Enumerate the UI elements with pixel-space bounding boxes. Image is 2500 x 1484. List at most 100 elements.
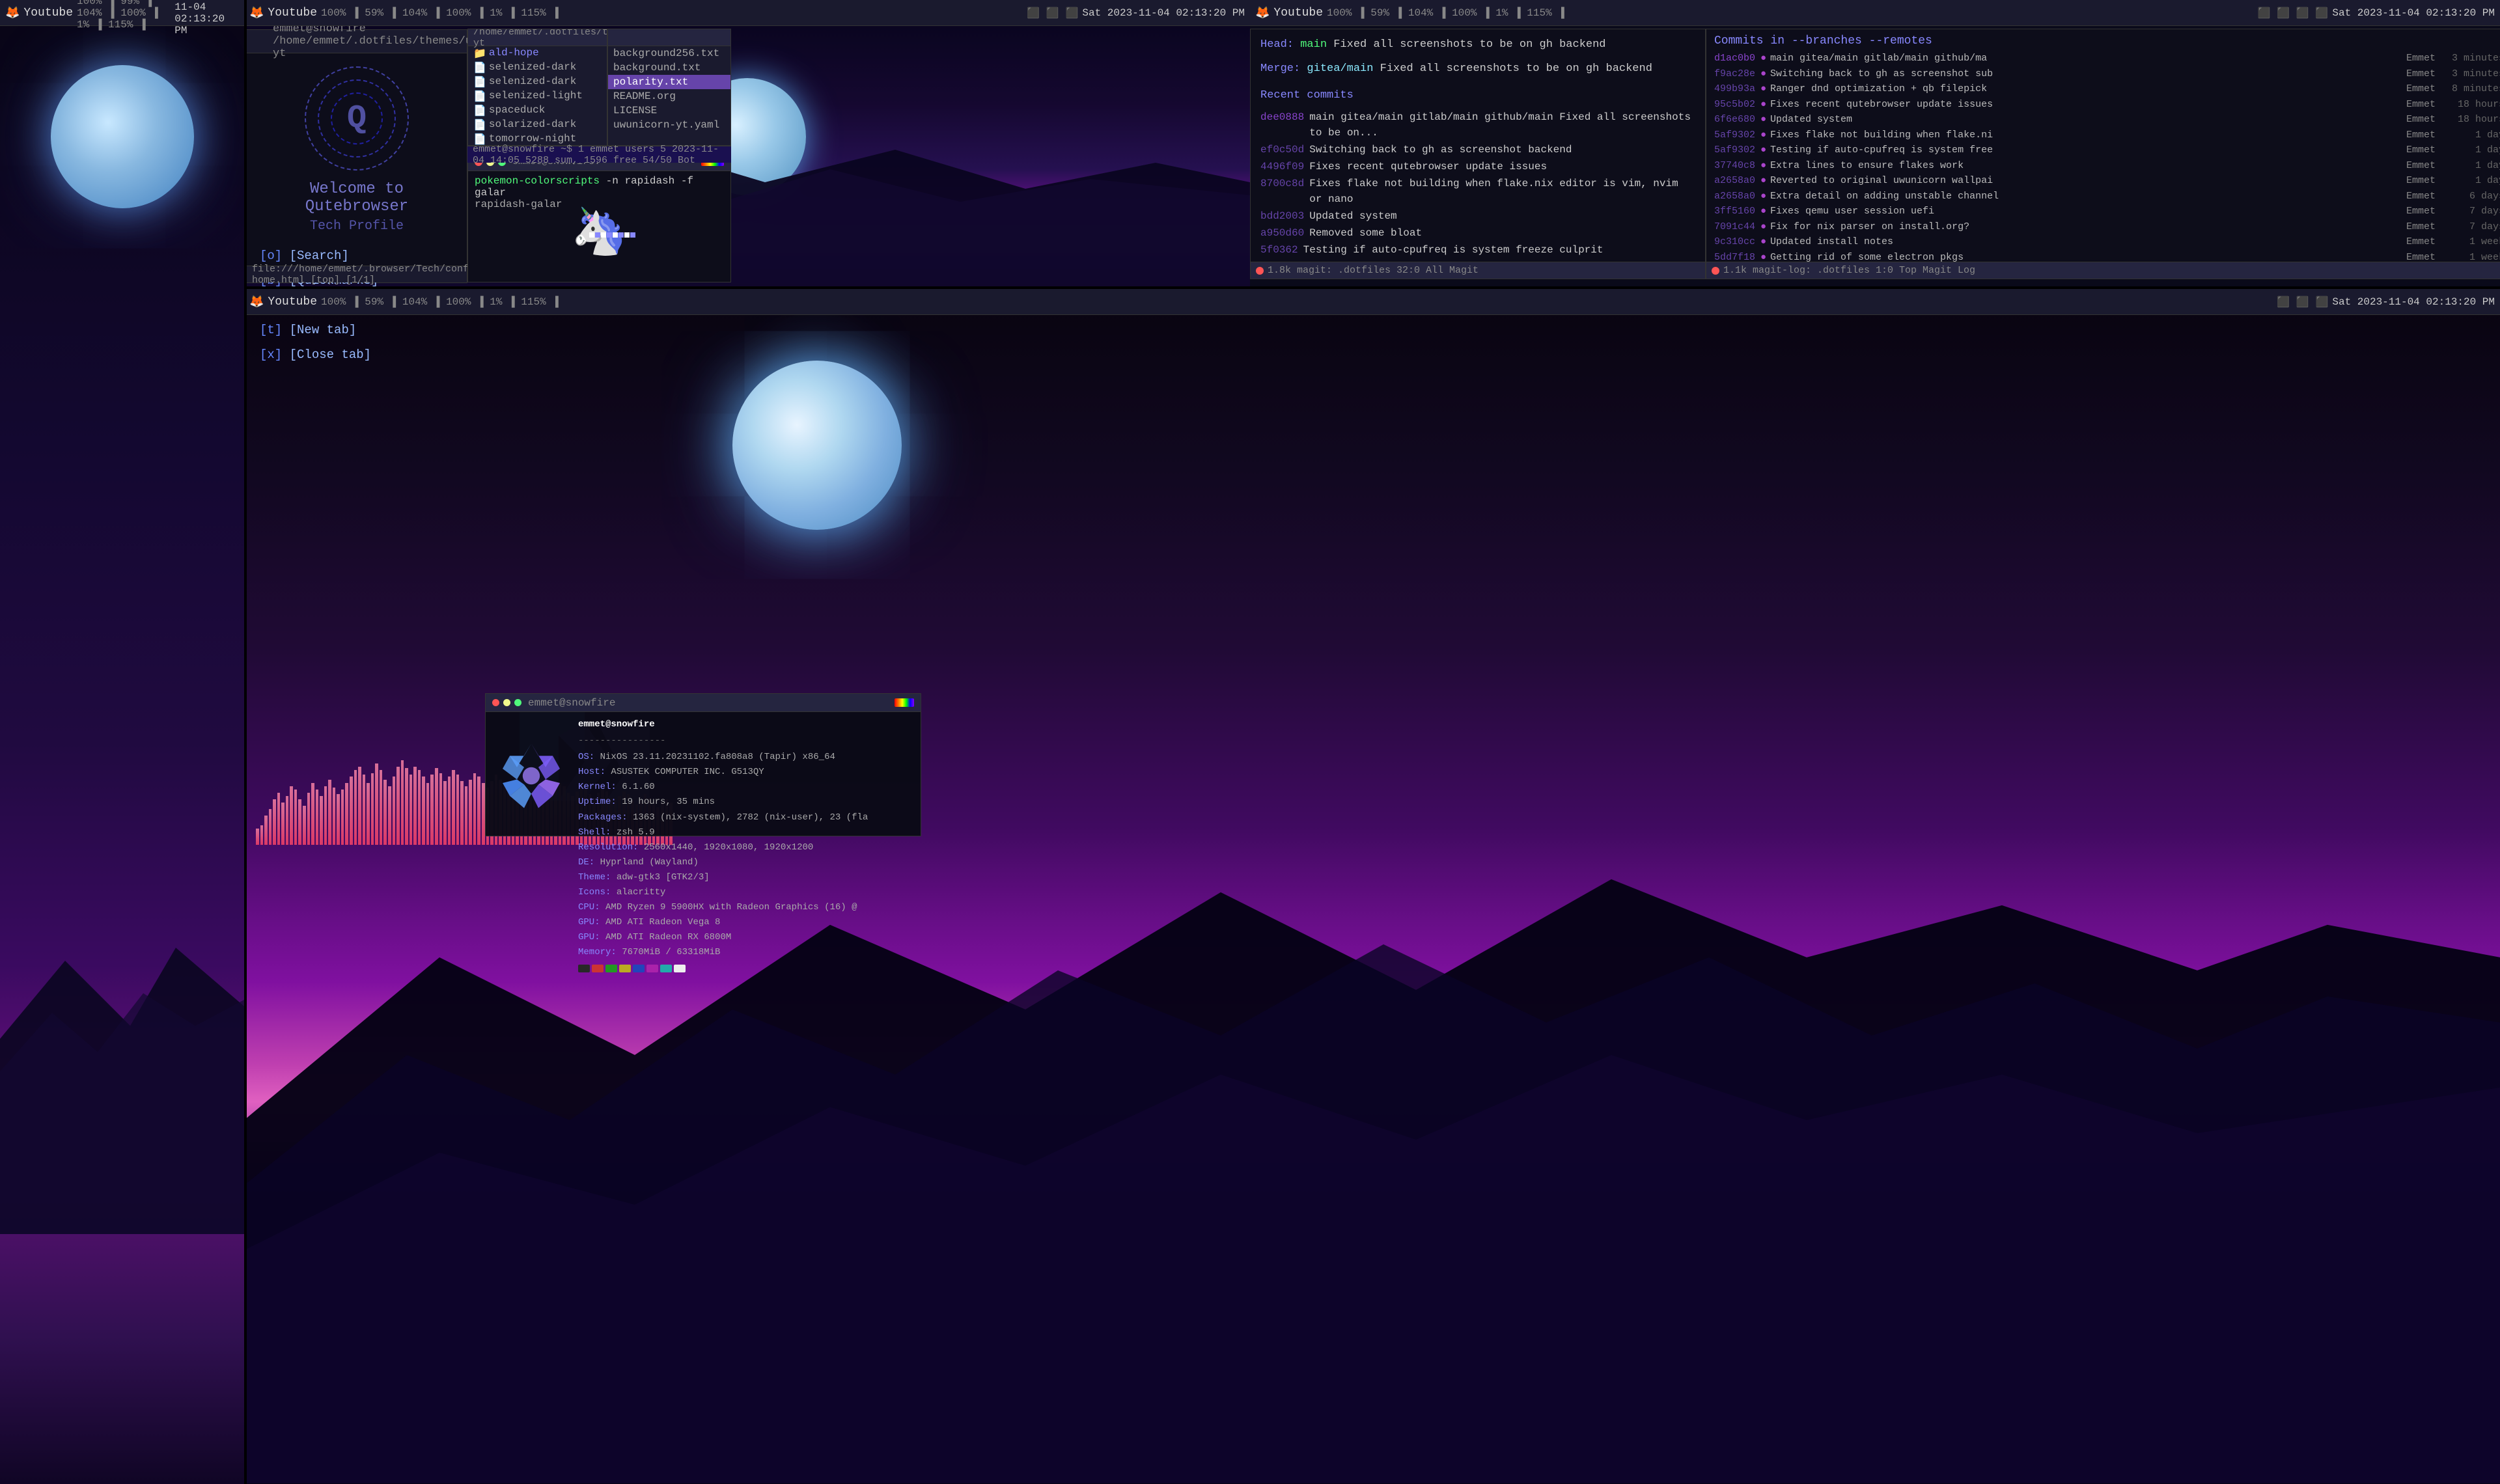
git-commits-list: dee0888 main gitea/main gitlab/main gith… (1260, 109, 1695, 279)
viz-bar-22 (350, 776, 353, 845)
git-commit-6: a950d60 Removed some bloat (1260, 225, 1695, 241)
file-item-sel-dark1[interactable]: 📄selenized-dark (468, 61, 607, 75)
viz-bar-20 (341, 790, 344, 845)
neofetch-min[interactable] (503, 699, 510, 706)
qute-menu-closetab[interactable]: [x] [Close tab] (260, 342, 454, 367)
git-content: Head: main Fixed all screenshots to be o… (1251, 29, 1705, 279)
color-block-7 (674, 965, 686, 972)
git-magit-left: Head: main Fixed all screenshots to be o… (1250, 29, 1706, 279)
nixos-logo (495, 740, 567, 812)
git-log-statusbar-text: 1.1k magit-log: .dotfiles 1:0 Top Magit … (1723, 265, 1975, 276)
pokemon-name: rapidash-galar (475, 199, 724, 210)
viz-bar-52 (477, 776, 480, 845)
viz-bar-9 (294, 790, 298, 845)
neofetch-max[interactable] (514, 699, 521, 706)
neofetch-titlebar: emmet@snowfire (486, 694, 921, 712)
nf-uptime: Uptime: 19 hours, 35 mins (578, 795, 914, 810)
git-merge: Merge: gitea/main Fixed all screenshots … (1260, 60, 1695, 79)
viz-bar-27 (371, 773, 374, 845)
log-entry-11: 3ff5160 ● Fixes qemu user session uefi E… (1714, 204, 2500, 219)
file-right-readme[interactable]: README.org (608, 89, 730, 103)
color-block-3 (619, 965, 631, 972)
viz-bar-3 (269, 809, 272, 845)
git-commit-3: 4496f09 Fixes recent qutebrowser update … (1260, 159, 1695, 174)
viz-bar-50 (469, 780, 472, 845)
viz-bar-7 (286, 796, 289, 845)
nf-sep: ---------------- (578, 734, 914, 749)
git-recent-label: Recent commits (1260, 87, 1695, 105)
nf-os: OS: NixOS 23.11.20231102.fa808a8 (Tapir)… (578, 750, 914, 765)
pokemon-sprite-container: 🦄 (475, 213, 724, 258)
log-entry-12: 7091c44 ● Fix for nix parser on install.… (1714, 220, 2500, 235)
neofetch-close[interactable] (492, 699, 499, 706)
viz-bar-36 (410, 775, 413, 845)
viz-bar-26 (367, 783, 370, 845)
bottom-topbar-title: Youtube (268, 295, 317, 309)
log-entry-9: a2658a0 ● Reverted to original uwunicorn… (1714, 174, 2500, 189)
git-head: Head: main Fixed all screenshots to be o… (1260, 36, 1695, 55)
git-log-content: Commits in --branches --remotes d1ac0b0 … (1706, 29, 2500, 279)
nf-color-blocks (578, 965, 914, 972)
viz-bar-13 (311, 783, 314, 845)
viz-bar-17 (328, 780, 331, 845)
topbar-right: 🦊 Youtube 100% ▐ 59% ▐ 104% ▐ 100% ▐ 1% … (1250, 0, 2500, 26)
file-right-yaml[interactable]: uwunicorn-yt.yaml (608, 118, 730, 132)
viz-bar-30 (383, 780, 387, 845)
git-commit-4: 8700c8d Fixes flake not building when fl… (1260, 176, 1695, 207)
qute-logo-circle: Q (305, 66, 409, 171)
neofetch-logo-container (492, 717, 570, 834)
file-item-spaceduck[interactable]: 📄spaceduck (468, 103, 607, 118)
viz-bar-51 (473, 773, 477, 845)
file-right-license[interactable]: LICENSE (608, 103, 730, 118)
viz-bar-47 (456, 775, 460, 845)
nf-pkgs: Packages: 1363 (nix-system), 2782 (nix-u… (578, 810, 914, 825)
viz-bar-10 (298, 799, 301, 845)
viz-bar-1 (260, 825, 264, 845)
git-head-msg: Fixed all screenshots to be on gh backen… (1333, 38, 1605, 51)
file-right-bg256[interactable]: background256.txt (608, 46, 730, 61)
viz-bar-25 (363, 775, 366, 845)
center-topbar-stats: 100% ▐ 59% ▐ 104% ▐ 100% ▐ 1% ▐ 115% ▐ (321, 7, 559, 19)
git-log-entries: d1ac0b0 ● main gitea/main gitlab/main gi… (1714, 51, 2500, 279)
viz-bar-48 (460, 781, 464, 845)
viz-bar-8 (290, 786, 293, 845)
neofetch-title-text: emmet@snowfire (528, 697, 615, 709)
file-item-sol-dark[interactable]: 📄solarized-dark (468, 118, 607, 132)
file-path-text: /home/emmet/.dotfiles/themes/uwunicorn-y… (473, 29, 607, 49)
git-log-statusbar: 1.1k magit-log: .dotfiles 1:0 Top Magit … (1706, 262, 2500, 279)
file-right-bg[interactable]: background.txt (608, 61, 730, 75)
monitor-divider-vertical (244, 0, 247, 1484)
git-commit-7: 5f0362 Testing if auto-cpufreq is system… (1260, 242, 1695, 258)
git-merge-remote: gitea/main (1307, 62, 1380, 75)
nf-mem: Memory: 7670MiB / 63318MiB (578, 945, 914, 960)
viz-bar-18 (333, 788, 336, 845)
file-manager-right: background256.txt background.txt polarit… (607, 29, 731, 146)
file-right-polarity[interactable]: polarity.txt (608, 75, 730, 89)
viz-bar-53 (482, 783, 485, 845)
qute-logo-q: Q (347, 100, 367, 137)
log-entry-7: 5af9302 ● Testing if auto-cpufreq is sys… (1714, 143, 2500, 158)
file-manager-statusbar: emmet@snowfire ~$ 1 emmet users 5 2023-1… (467, 146, 731, 163)
viz-bar-0 (256, 829, 259, 845)
git-commit-1: dee0888 main gitea/main gitlab/main gith… (1260, 109, 1695, 141)
bottom-topbar-stats: 100% ▐ 59% ▐ 104% ▐ 100% ▐ 1% ▐ 115% ▐ (321, 296, 559, 308)
file-item-sel-light[interactable]: 📄selenized-light (468, 89, 607, 103)
nf-gpu1: GPU: AMD ATI Radeon Vega 8 (578, 915, 914, 930)
file-item-sel-dark2[interactable]: 📄selenized-dark (468, 75, 607, 89)
center-topbar-time: Sat 2023-11-04 02:13:20 PM (1082, 7, 1245, 19)
qute-menu-newtab[interactable]: [t] [New tab] (260, 318, 454, 342)
git-log-panel: Commits in --branches --remotes d1ac0b0 … (1706, 29, 2500, 279)
center-topbar-icon: 🦊 (249, 6, 264, 20)
viz-bar-42 (435, 768, 438, 845)
left-monitor (0, 0, 244, 1484)
log-entry-13: 9c310cc ● Updated install notes Emmet 1 … (1714, 235, 2500, 250)
left-topbar-stats: 100% ▐ 99% ▐ 104% ▐ 100% ▐ 1% ▐ 115% ▐ (77, 0, 171, 31)
viz-bar-40 (426, 783, 430, 845)
left-topbar-title: Youtube (23, 7, 73, 20)
left-topbar-icon: 🦊 (5, 6, 20, 20)
viz-bar-2 (264, 816, 268, 845)
viz-bar-16 (324, 786, 327, 845)
bottom-topbar-time: Sat 2023-11-04 02:13:20 PM (2332, 296, 2495, 308)
topbar-left: 🦊 Youtube 100% ▐ 99% ▐ 104% ▐ 100% ▐ 1% … (0, 0, 244, 26)
right-topbar-icons: ⬛ ⬛ ⬛ ⬛ (2258, 7, 2329, 20)
